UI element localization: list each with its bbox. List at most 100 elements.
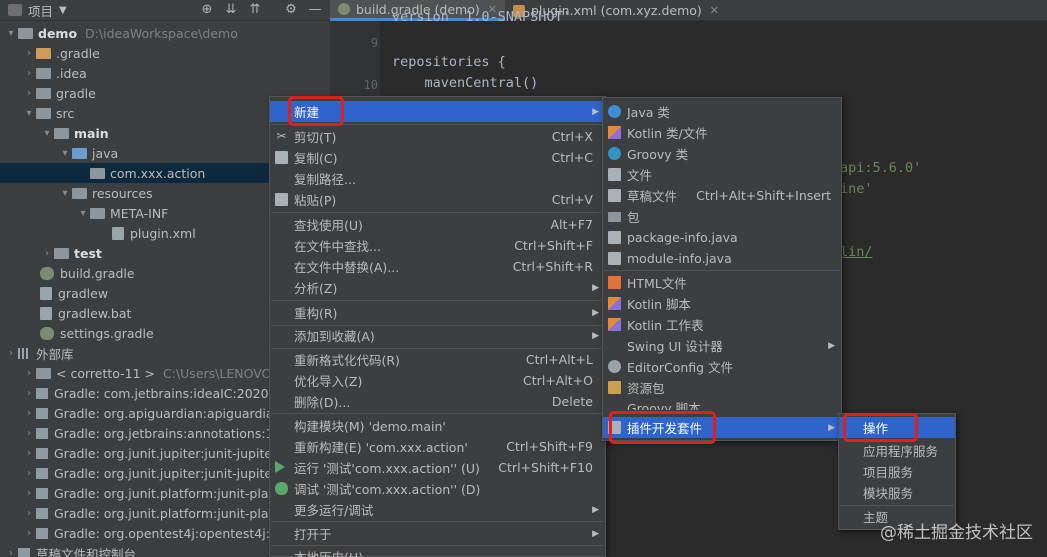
menu-item-java-class[interactable]: Java 类 — [603, 101, 841, 122]
menu-item-add-to-favorites[interactable]: 添加到收藏(A) ▶ — [270, 325, 605, 346]
run-icon — [275, 461, 285, 473]
chevron-right-icon[interactable]: › — [40, 248, 54, 259]
menu-item-package[interactable]: 包 — [603, 206, 841, 227]
code-fragment: lin/ — [840, 244, 873, 260]
hide-icon[interactable]: — — [306, 2, 324, 18]
chevron-right-icon[interactable]: › — [4, 348, 18, 359]
chevron-right-icon[interactable]: › — [22, 468, 36, 479]
tree-item-gradle-dir[interactable]: › .gradle — [0, 43, 330, 63]
menu-item-copy-path[interactable]: 复制路径... — [270, 168, 605, 189]
tree-item-label: demo — [38, 25, 78, 41]
folder-icon — [54, 127, 69, 139]
chevron-right-icon[interactable]: › — [22, 388, 36, 399]
submenu-arrow-icon: ▶ — [592, 330, 599, 341]
project-view-selector[interactable]: 项目 — [28, 1, 53, 20]
menu-item-label: module-info.java — [627, 251, 732, 266]
menu-item-find-in-files[interactable]: 在文件中查找... Ctrl+Shift+F — [270, 235, 605, 256]
menu-item-debug-tests[interactable]: 调试 '测试'com.xxx.action'' (D) — [270, 478, 605, 499]
menu-item-find-usages[interactable]: 查找使用(U) Alt+F7 — [270, 214, 605, 235]
tree-item-demo[interactable]: ▾ demo D:\ideaWorkspace\demo — [0, 23, 330, 43]
menu-item-optimize-imports[interactable]: 优化导入(Z) Ctrl+Alt+O — [270, 370, 605, 391]
kotlin-icon — [608, 318, 621, 331]
chevron-right-icon[interactable]: › — [22, 508, 36, 519]
menu-item-groovy-class[interactable]: Groovy 类 — [603, 143, 841, 164]
tree-item-label: .gradle — [56, 45, 100, 61]
menu-item-reformat-code[interactable]: 重新格式化代码(R) Ctrl+Alt+L — [270, 349, 605, 370]
chevron-right-icon[interactable]: › — [22, 68, 36, 79]
copy-icon — [275, 151, 288, 164]
menu-item-kotlin-worksheet[interactable]: Kotlin 工作表 — [603, 314, 841, 335]
menu-item-replace-in-files[interactable]: 在文件中替换(A)... Ctrl+Shift+R — [270, 256, 605, 277]
chevron-down-icon[interactable]: ▾ — [58, 188, 72, 199]
chevron-right-icon[interactable]: › — [22, 428, 36, 439]
menu-item-label: 分析(Z) — [294, 281, 338, 296]
menu-item-cut[interactable]: ✂ 剪切(T) Ctrl+X — [270, 126, 605, 147]
menu-item-swing-ui-designer[interactable]: Swing UI 设计器 ▶ — [603, 335, 841, 356]
menu-item-local-history[interactable]: 本地历史(H) — [270, 546, 605, 557]
chevron-right-icon[interactable]: › — [22, 408, 36, 419]
paste-icon — [275, 193, 288, 206]
expand-all-icon[interactable]: ⇊ — [222, 2, 240, 18]
menu-item-open-in[interactable]: 打开于 ▶ — [270, 523, 605, 544]
tree-item-label: settings.gradle — [60, 325, 154, 341]
menu-item-kotlin-script[interactable]: Kotlin 脚本 — [603, 293, 841, 314]
chevron-right-icon[interactable]: › — [22, 88, 36, 99]
menu-item-groovy-script[interactable]: Groovy 脚本 — [603, 398, 841, 410]
chevron-right-icon[interactable]: › — [22, 368, 36, 379]
crosshair-icon[interactable]: ⊕ — [198, 2, 216, 18]
chevron-down-icon[interactable]: ▾ — [58, 148, 72, 159]
chevron-right-icon[interactable]: › — [22, 528, 36, 539]
chevron-down-icon[interactable]: ▾ — [40, 128, 54, 139]
chevron-down-icon[interactable]: ▾ — [4, 28, 18, 39]
gradle-icon — [40, 326, 54, 340]
menu-item-module-info[interactable]: module-info.java — [603, 248, 841, 269]
menu-item-label: 本地历史(H) — [294, 547, 363, 557]
menu-item-refactor[interactable]: 重构(R) ▶ — [270, 302, 605, 323]
chevron-right-icon[interactable]: › — [4, 548, 18, 557]
menu-item-delete[interactable]: 删除(D)... Delete — [270, 391, 605, 412]
menu-item-label: 资源包 — [627, 381, 665, 396]
chevron-down-icon[interactable]: ▼ — [59, 5, 67, 16]
menu-item-shortcut: Ctrl+Shift+F10 — [498, 460, 593, 475]
menu-item-copy[interactable]: 复制(C) Ctrl+C — [270, 147, 605, 168]
chevron-right-icon[interactable]: › — [22, 488, 36, 499]
menu-item-kotlin-class[interactable]: Kotlin 类/文件 — [603, 122, 841, 143]
chevron-right-icon[interactable]: › — [22, 448, 36, 459]
menu-item-html-file[interactable]: HTML文件 — [603, 272, 841, 293]
menu-item-file[interactable]: 文件 — [603, 164, 841, 185]
menu-item-resource-bundle[interactable]: 资源包 — [603, 377, 841, 398]
menu-item-module-service[interactable]: 模块服务 — [839, 482, 955, 503]
menu-item-run-tests[interactable]: 运行 '测试'com.xxx.action'' (U) Ctrl+Shift+F… — [270, 457, 605, 478]
chevron-down-icon[interactable]: ▾ — [76, 208, 90, 219]
chevron-right-icon[interactable]: › — [22, 48, 36, 59]
chevron-down-icon[interactable]: ▾ — [22, 108, 36, 119]
menu-item-label: Kotlin 工作表 — [627, 318, 704, 333]
menu-item-application-service[interactable]: 应用程序服务 — [839, 440, 955, 461]
menu-separator — [271, 300, 604, 301]
tree-item-idea[interactable]: › .idea — [0, 63, 330, 83]
collapse-all-icon[interactable]: ⇈ — [246, 2, 264, 18]
menu-item-analyze[interactable]: 分析(Z) ▶ — [270, 277, 605, 298]
html-icon — [608, 276, 621, 289]
menu-item-label: 运行 '测试'com.xxx.action'' (U) — [294, 461, 480, 476]
menu-item-label: Groovy 脚本 — [627, 401, 701, 410]
debug-icon — [275, 482, 288, 495]
library-icon — [36, 387, 48, 399]
gear-icon[interactable]: ⚙ — [282, 2, 300, 18]
tree-item-label: Gradle: org.junit.jupiter:junit-jupiter- — [54, 465, 281, 481]
menu-item-label: 更多运行/调试 — [294, 503, 374, 518]
menu-item-project-service[interactable]: 项目服务 — [839, 461, 955, 482]
menu-separator — [271, 413, 604, 414]
menu-item-rebuild[interactable]: 重新构建(E) 'com.xxx.action' Ctrl+Shift+F9 — [270, 436, 605, 457]
package-icon — [608, 212, 621, 222]
tree-item-label: .idea — [56, 65, 87, 81]
menu-item-scratch-file[interactable]: 草稿文件 Ctrl+Alt+Shift+Insert — [603, 185, 841, 206]
menu-item-label: 构建模块(M) 'demo.main' — [294, 419, 446, 434]
menu-item-editorconfig[interactable]: EditorConfig 文件 — [603, 356, 841, 377]
menu-item-more-run-debug[interactable]: 更多运行/调试 ▶ — [270, 499, 605, 520]
tree-item-label: build.gradle — [60, 265, 135, 281]
menu-item-package-info[interactable]: package-info.java — [603, 227, 841, 248]
close-icon[interactable]: ✕ — [710, 4, 719, 17]
menu-item-build-module[interactable]: 构建模块(M) 'demo.main' — [270, 415, 605, 436]
menu-item-paste[interactable]: 粘贴(P) Ctrl+V — [270, 189, 605, 210]
